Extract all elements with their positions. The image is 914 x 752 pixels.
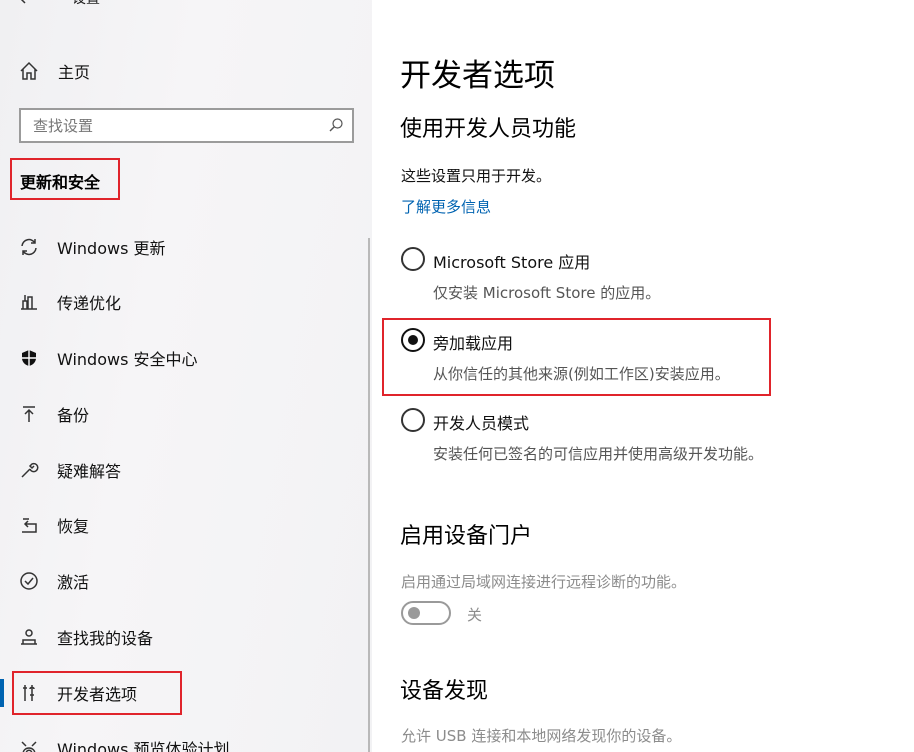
- sync-icon: [18, 236, 40, 258]
- radio-developer-mode[interactable]: [401, 408, 425, 432]
- sidebar-item-troubleshoot[interactable]: 疑难解答: [0, 450, 368, 490]
- person-device-icon: [18, 626, 40, 648]
- sidebar-item-security-center[interactable]: Windows 安全中心: [0, 338, 368, 378]
- sidebar-item-home[interactable]: 主页: [18, 58, 90, 84]
- window-title: 设置: [72, 0, 100, 8]
- radio-desc-microsoft-store: 仅安装 Microsoft Store 的应用。: [433, 284, 661, 302]
- page-title: 开发者选项: [400, 58, 555, 94]
- sidebar-item-label: 备份: [57, 406, 90, 425]
- radio-label-developer-mode[interactable]: 开发人员模式: [433, 410, 529, 434]
- sidebar-item-label: Windows 更新: [57, 239, 166, 258]
- sidebar-item-label: Windows 安全中心: [57, 350, 198, 369]
- radio-microsoft-store[interactable]: [401, 247, 425, 271]
- sidebar-item-label: 激活: [57, 573, 90, 592]
- radio-label-microsoft-store[interactable]: Microsoft Store 应用: [433, 249, 590, 273]
- radio-desc-developer-mode: 安装任何已签名的可信应用并使用高级开发功能。: [433, 445, 764, 463]
- sidebar-item-backup[interactable]: 备份: [0, 394, 368, 434]
- learn-more-link[interactable]: 了解更多信息: [401, 196, 491, 217]
- home-icon: [20, 61, 38, 80]
- sidebar-item-recovery[interactable]: 恢复: [0, 505, 368, 545]
- section-heading-developer-features: 使用开发人员功能: [400, 117, 577, 142]
- sidebar-item-windows-update[interactable]: Windows 更新: [0, 227, 368, 267]
- recovery-icon: [18, 514, 40, 536]
- sidebar-item-label: Windows 预览体验计划: [57, 740, 230, 752]
- section-heading-device-discovery: 设备发现: [400, 679, 489, 704]
- sidebar-item-label: 恢复: [57, 517, 90, 536]
- sidebar-scrollbar[interactable]: [368, 238, 370, 752]
- main-content: 开发者选项 使用开发人员功能 这些设置只用于开发。 了解更多信息 Microso…: [372, 0, 914, 752]
- device-discovery-description: 允许 USB 连接和本地网络发现你的设备。: [401, 727, 682, 745]
- device-portal-description: 启用通过局域网连接进行远程诊断的功能。: [401, 573, 687, 591]
- search-box[interactable]: [19, 108, 354, 143]
- developer-tools-icon: [18, 682, 40, 704]
- radio-sideload-apps[interactable]: [401, 328, 425, 352]
- wrench-icon: [18, 459, 40, 481]
- section-title: 更新和安全: [20, 173, 101, 192]
- sidebar: 设置 主页 更新和安全 Windows 更新 传递优化 Windows 安全中心: [0, 0, 372, 752]
- title-bar: 设置: [0, 0, 372, 16]
- insider-icon: [18, 737, 40, 752]
- sidebar-item-insider-program[interactable]: Windows 预览体验计划: [0, 728, 368, 752]
- sidebar-item-delivery-optimization[interactable]: 传递优化: [0, 282, 368, 322]
- sidebar-item-label: 开发者选项: [57, 685, 138, 704]
- search-icon[interactable]: [328, 117, 344, 133]
- device-portal-toggle-label: 关: [467, 606, 483, 624]
- radio-desc-sideload-apps: 从你信任的其他来源(例如工作区)安装应用。: [433, 365, 730, 383]
- section-heading-device-portal: 启用设备门户: [400, 524, 533, 549]
- backup-arrow-icon: [18, 403, 40, 425]
- section-description: 这些设置只用于开发。: [401, 167, 552, 185]
- sidebar-item-developer-options[interactable]: 开发者选项: [0, 673, 368, 713]
- device-portal-toggle[interactable]: [401, 601, 451, 625]
- radio-label-sideload-apps[interactable]: 旁加载应用: [433, 330, 513, 354]
- sidebar-item-find-my-device[interactable]: 查找我的设备: [0, 617, 368, 657]
- sidebar-item-label: 查找我的设备: [57, 629, 154, 648]
- search-input[interactable]: [21, 110, 311, 141]
- home-label: 主页: [58, 63, 91, 82]
- delivery-icon: [18, 291, 40, 313]
- sidebar-item-label: 疑难解答: [57, 462, 122, 481]
- sidebar-item-label: 传递优化: [57, 294, 122, 313]
- shield-icon: [18, 347, 40, 369]
- back-arrow-icon[interactable]: [16, 0, 36, 8]
- check-circle-icon: [18, 570, 40, 592]
- sidebar-item-activation[interactable]: 激活: [0, 561, 368, 601]
